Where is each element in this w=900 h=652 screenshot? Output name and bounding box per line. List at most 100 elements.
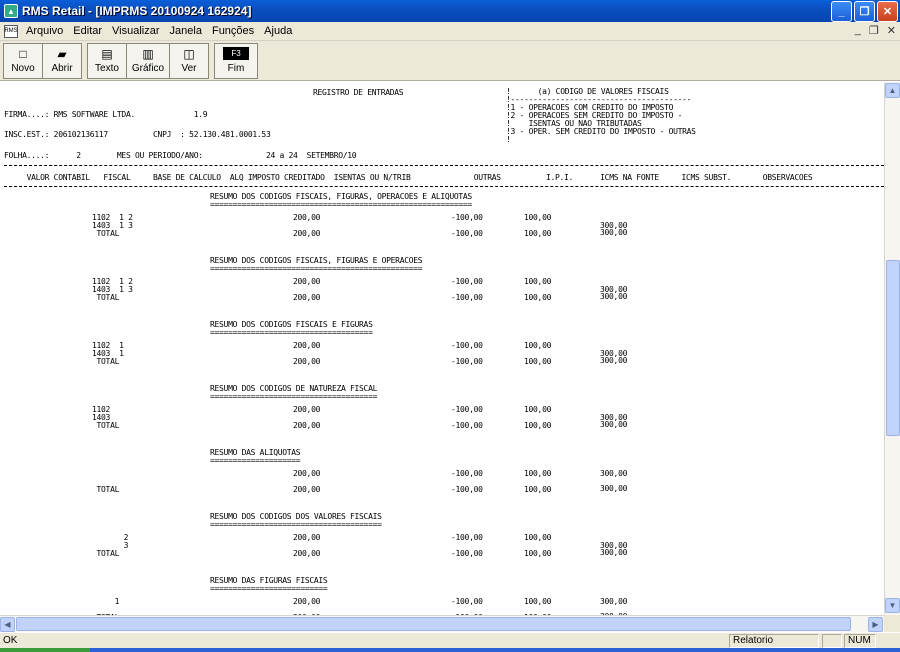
restore-button[interactable]: ❐ [854, 1, 875, 22]
texto-label: Texto [95, 63, 119, 74]
legend-line: !3 - OPER. SEM CREDITO DO IMPOSTO - OUTR… [506, 127, 696, 136]
base-value: 200,00 [293, 229, 321, 238]
document-icon[interactable]: RMS [4, 24, 18, 38]
icms-fonte-value: 300,00 [600, 469, 628, 478]
novo-button[interactable]: □ Novo [3, 43, 43, 79]
outras-value: -100,00 [451, 533, 483, 542]
report-viewer[interactable]: REGISTRO DE ENTRADAS ! (a) CODIGO DE VAL… [0, 82, 885, 615]
outras-value: -100,00 [451, 469, 483, 478]
fim-button[interactable]: F3 Fim [214, 43, 258, 79]
row-code: 1 [92, 597, 120, 606]
outras-value: -100,00 [451, 357, 483, 366]
status-empty-panel [822, 634, 842, 648]
vertical-scrollbar[interactable]: ▲ ▼ [884, 82, 900, 615]
status-panel: Relatorio [729, 634, 819, 648]
ipi-value: 100,00 [524, 549, 552, 558]
outras-value: -100,00 [451, 549, 483, 558]
minimize-button[interactable]: _ [831, 1, 852, 22]
open-folder-icon: ▰ [57, 47, 67, 61]
menu-janela[interactable]: Janela [165, 25, 207, 37]
base-value: 200,00 [293, 341, 321, 350]
novo-label: Novo [11, 63, 35, 74]
texto-button[interactable]: ▤ Texto [87, 43, 127, 79]
menu-visualizar[interactable]: Visualizar [107, 25, 165, 37]
outras-value: -100,00 [451, 597, 483, 606]
ipi-value: 100,00 [524, 485, 552, 494]
status-bar: OK Relatorio NUM [0, 632, 900, 648]
start-button[interactable] [0, 648, 90, 652]
menu-bar: RMS Arquivo Editar Visualizar Janela Fun… [0, 22, 900, 41]
scroll-up-icon[interactable]: ▲ [885, 83, 900, 98]
f3-key-icon: F3 [223, 47, 249, 60]
section-underline: ====================================== [210, 520, 382, 529]
window-title: RMS Retail - [IMPRMS 20100924 162924] [22, 4, 252, 18]
base-value: 200,00 [293, 597, 321, 606]
menu-funcoes[interactable]: Funções [207, 25, 259, 37]
total-label: TOTAL [92, 293, 120, 302]
horizontal-scroll-thumb[interactable] [16, 617, 851, 631]
abrir-button[interactable]: ▰ Abrir [42, 43, 82, 79]
menu-editar[interactable]: Editar [68, 25, 107, 37]
base-value: 200,00 [293, 405, 321, 414]
section-underline: ==================== [210, 456, 301, 465]
print-text-icon: ▤ [101, 47, 113, 61]
base-value: 200,00 [293, 293, 321, 302]
outras-value: -100,00 [451, 229, 483, 238]
base-value: 200,00 [293, 421, 321, 430]
icms-fonte-value: 300,00 [600, 597, 628, 606]
insc-line: INSC.EST.: 206102136117 CNPJ : 52.130.48… [4, 130, 271, 139]
section-underline: ========================================… [210, 264, 423, 273]
base-value: 200,00 [293, 485, 321, 494]
mdi-close-button[interactable]: ✕ [887, 24, 896, 37]
new-document-icon: □ [19, 47, 27, 61]
ipi-value: 100,00 [524, 405, 552, 414]
total-label: TOTAL [92, 357, 120, 366]
legend-line: ! [506, 135, 511, 144]
scroll-down-icon[interactable]: ▼ [885, 598, 900, 613]
section-underline: ===================================== [210, 392, 378, 401]
mdi-restore-button[interactable]: ❐ [869, 24, 879, 37]
rms-app-icon[interactable]: ▲ [4, 4, 18, 18]
ipi-value: 100,00 [524, 229, 552, 238]
section-underline: ========================================… [210, 200, 472, 209]
close-button[interactable]: ✕ [877, 1, 898, 22]
menu-ajuda[interactable]: Ajuda [259, 25, 297, 37]
grafico-label: Gráfico [131, 63, 165, 74]
menu-arquivo[interactable]: Arquivo [21, 25, 68, 37]
scroll-left-icon[interactable]: ◀ [0, 617, 15, 632]
total-label: TOTAL [92, 229, 120, 238]
ipi-value: 100,00 [524, 357, 552, 366]
ipi-value: 100,00 [524, 341, 552, 350]
ipi-value: 100,00 [524, 277, 552, 286]
preview-icon: ◫ [183, 47, 195, 61]
mdi-minimize-button[interactable]: _ [855, 24, 861, 37]
icms-fonte-value: 300,00 [600, 292, 628, 301]
ipi-value: 100,00 [524, 421, 552, 430]
ipi-value: 100,00 [524, 469, 552, 478]
taskbar [0, 648, 900, 652]
icms-fonte-value: 300,00 [600, 356, 628, 365]
print-graphic-icon: ▥ [142, 47, 154, 61]
base-value: 200,00 [293, 549, 321, 558]
icms-fonte-value: 300,00 [600, 548, 628, 557]
fiscal-codes-legend: ! (a) CODIGO DE VALORES FISCAIS !--------… [506, 88, 696, 144]
scroll-right-icon[interactable]: ▶ [868, 617, 883, 632]
header-rule-bottom [4, 186, 884, 187]
vertical-scroll-thumb[interactable] [886, 260, 900, 436]
base-value: 200,00 [293, 213, 321, 222]
ipi-value: 100,00 [524, 597, 552, 606]
icms-fonte-value: 300,00 [600, 484, 628, 493]
ipi-value: 100,00 [524, 293, 552, 302]
base-value: 200,00 [293, 533, 321, 542]
ver-button[interactable]: ◫ Ver [169, 43, 209, 79]
abrir-label: Abrir [51, 63, 73, 74]
total-label: TOTAL [92, 485, 120, 494]
firma-line: FIRMA....: RMS SOFTWARE LTDA. 1.9 [4, 110, 208, 119]
outras-value: -100,00 [451, 341, 483, 350]
toolbar: □ Novo ▰ Abrir ▤ Texto ▥ Gráfico ◫ Ver F… [0, 41, 900, 81]
horizontal-scrollbar[interactable]: ◀ ▶ [0, 615, 884, 632]
grafico-button[interactable]: ▥ Gráfico [126, 43, 170, 79]
header-rule-top [4, 165, 884, 166]
title-bar: ▲ RMS Retail - [IMPRMS 20100924 162924] … [0, 0, 900, 22]
outras-value: -100,00 [451, 405, 483, 414]
